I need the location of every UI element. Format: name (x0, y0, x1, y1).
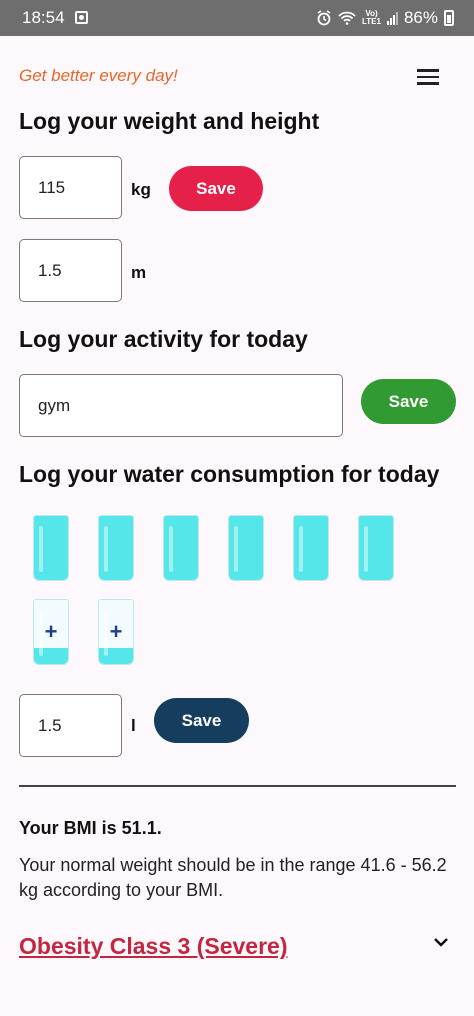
plus-icon: + (109, 619, 123, 644)
activity-input-value: gym (38, 395, 71, 415)
height-input-value: 1.5 (38, 260, 62, 280)
wifi-icon (338, 11, 356, 25)
chevron-down-icon[interactable] (432, 935, 450, 949)
save-weight-button[interactable]: Save (169, 166, 263, 211)
water-glass-full[interactable] (358, 515, 394, 581)
save-water-button[interactable]: Save (154, 698, 249, 743)
water-section-title: Log your water consumption for today (19, 461, 440, 487)
weight-section-title: Log your weight and height (19, 108, 320, 134)
battery-percent: 86% (403, 8, 438, 27)
volte-label: Vo) LTE1 (362, 9, 381, 26)
water-input[interactable]: 1.5 (19, 694, 122, 757)
weight-input-value: 115 (38, 177, 66, 197)
save-activity-button[interactable]: Save (361, 379, 456, 424)
add-water-glass[interactable]: + (98, 599, 134, 665)
notification-icon (75, 11, 88, 24)
weight-unit-label: kg (131, 180, 151, 199)
battery-icon (444, 10, 454, 26)
status-icons: Vo) LTE1 86% (316, 8, 454, 28)
signal-icon (386, 11, 398, 25)
bmi-description: Your normal weight should be in the rang… (19, 855, 447, 900)
water-glass-full[interactable] (293, 515, 329, 581)
bmi-classification-link[interactable]: Obesity Class 3 (Severe) (19, 933, 287, 960)
divider (19, 785, 456, 787)
status-time: 18:54 (22, 8, 65, 27)
height-input[interactable]: 1.5 (19, 239, 122, 302)
add-water-glass[interactable]: + (33, 599, 69, 665)
water-glass-full[interactable] (228, 515, 264, 581)
water-unit-label: l (131, 716, 136, 735)
activity-input[interactable]: gym (19, 374, 343, 437)
height-unit-label: m (131, 263, 147, 282)
plus-icon: + (44, 619, 58, 644)
weight-input[interactable]: 115 (19, 156, 122, 219)
status-bar: 18:54 Vo) LTE1 86% (0, 0, 474, 36)
water-glass-full[interactable] (98, 515, 134, 581)
water-glass-full[interactable] (163, 515, 199, 581)
activity-section-title: Log your activity for today (19, 326, 308, 352)
water-glass-full[interactable] (33, 515, 69, 581)
alarm-icon (317, 10, 331, 26)
water-input-value: 1.5 (38, 715, 62, 735)
app-tagline: Get better every day! (19, 66, 178, 85)
hamburger-menu-icon[interactable] (416, 66, 440, 86)
bmi-title: Your BMI is 51.1. (19, 818, 162, 838)
